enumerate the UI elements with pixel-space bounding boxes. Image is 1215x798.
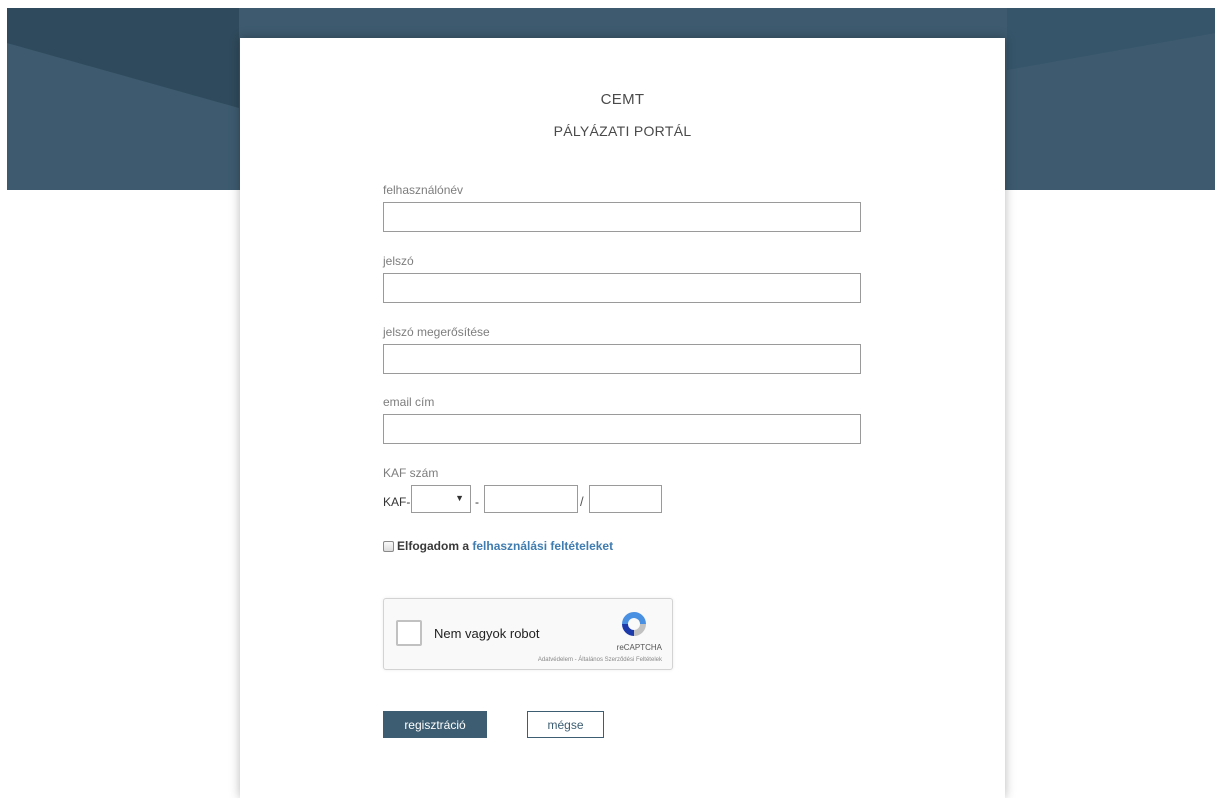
recaptcha-label: Nem vagyok robot (434, 626, 540, 641)
kaf-separator-slash: / (580, 494, 584, 509)
recaptcha-logo-icon (622, 612, 646, 636)
recaptcha-logo-navy (622, 624, 634, 636)
cancel-button[interactable]: mégse (527, 711, 604, 738)
password-input[interactable] (383, 273, 861, 303)
username-label: felhasználónév (383, 183, 464, 197)
terms-prefix: Elfogadom a (397, 539, 470, 553)
recaptcha-logo-gray (634, 624, 646, 636)
banner-left-shape (7, 8, 239, 108)
kaf-label: KAF szám (383, 466, 439, 480)
brand-subtitle: PÁLYÁZATI PORTÁL (553, 123, 692, 139)
kaf-prefix: KAF- (383, 495, 411, 509)
password-confirm-input[interactable] (383, 344, 861, 374)
recaptcha-logo-blue-2 (622, 612, 634, 624)
recaptcha-checkbox[interactable] (396, 620, 422, 646)
kaf-number-input[interactable] (484, 485, 578, 513)
recaptcha-legal-links[interactable]: Adatvédelem - Általános Szerződési Felté… (538, 657, 662, 663)
recaptcha-widget: Nem vagyok robot reCAPTCHA Adatvédelem -… (383, 598, 673, 670)
recaptcha-logo-blue (634, 612, 646, 624)
password-label: jelszó (383, 254, 414, 268)
register-button[interactable]: regisztráció (383, 711, 487, 738)
email-input[interactable] (383, 414, 861, 444)
kaf-type-select[interactable]: ▼ (411, 485, 471, 513)
terms-text: Elfogadom a felhasználási feltételeket (397, 539, 613, 553)
registration-card: CEMT PÁLYÁZATI PORTÁL felhasználónév jel… (240, 38, 1005, 798)
terms-checkbox[interactable] (383, 541, 394, 552)
chevron-down-icon: ▼ (455, 493, 464, 503)
banner-right-shape (1007, 8, 1215, 70)
password-confirm-label: jelszó megerősítése (383, 325, 490, 339)
username-input[interactable] (383, 202, 861, 232)
recaptcha-brand: reCAPTCHA (616, 643, 662, 652)
email-label: email cím (383, 395, 435, 409)
kaf-year-input[interactable] (589, 485, 662, 513)
kaf-separator-dash: - (475, 495, 479, 509)
terms-link[interactable]: felhasználási feltételeket (472, 539, 613, 553)
brand-title: CEMT (600, 91, 645, 108)
